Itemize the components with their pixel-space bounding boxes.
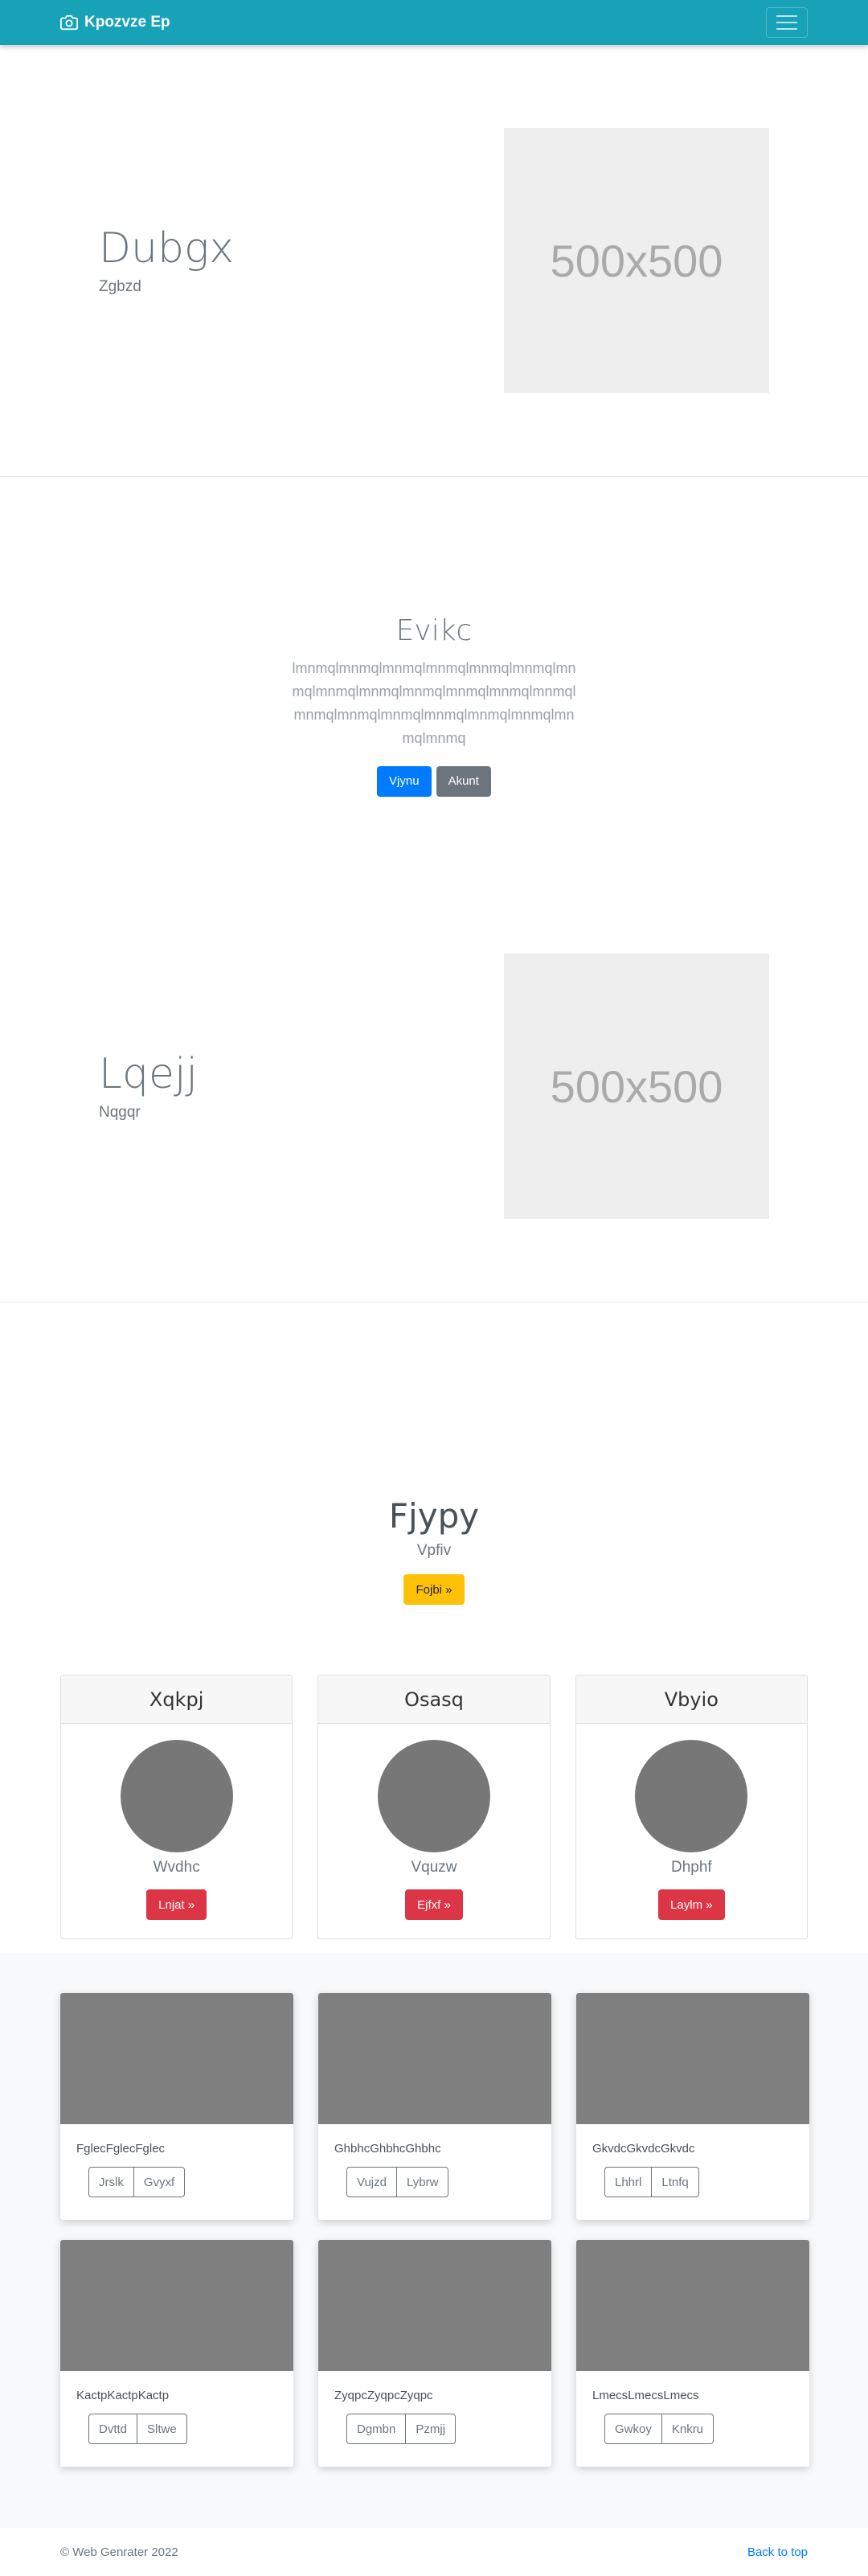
section-lead: lmnmqlmnmqlmnmqlmnmqlmnmqlmnmqlmnmqlmnmq…	[292, 659, 576, 746]
button-row: Vjynu Akunt	[377, 765, 491, 797]
hero-section-1: Dubgx Zgbzd 500x500	[0, 45, 868, 476]
primary-button[interactable]: Vjynu	[377, 765, 432, 797]
card-button[interactable]: Gvyxf	[133, 2167, 186, 2197]
brand-link[interactable]: Kpozvze Ep	[60, 14, 170, 31]
card-caption: ZyqpcZyqpcZyqpc	[334, 2389, 433, 2402]
card-caption: GhbhcGhbhcGhbhc	[334, 2142, 441, 2156]
card-subtitle: Vquzw	[411, 1859, 457, 1876]
card-button[interactable]: Dvttd	[88, 2414, 138, 2444]
hero-text: Lqejj Nqgqr	[99, 1050, 198, 1122]
card-button[interactable]: Pzmjj	[406, 2414, 457, 2444]
avatar	[377, 1740, 490, 1852]
avatar	[635, 1740, 748, 1852]
secondary-button[interactable]: Akunt	[436, 765, 491, 797]
feature-button[interactable]: Fojbi »	[403, 1574, 465, 1605]
hero-image-placeholder: 500x500	[504, 954, 769, 1219]
navbar: Kpozvze Ep	[0, 0, 868, 45]
button-group: Gwkoy Knkru	[604, 2414, 809, 2444]
hero-title: Lqejj	[99, 1050, 198, 1099]
profile-cards: Xqkpj Wvdhc Lnjat » Osasq Vquzw Ejfxf » …	[0, 1675, 868, 1939]
card-image	[318, 2240, 551, 2371]
hamburger-icon	[776, 15, 797, 17]
button-group: Lhhrl Ltnfq	[604, 2167, 809, 2197]
hero-title: Dubgx	[99, 224, 234, 273]
gallery-card: FglecFglecFglec Jrslk Gvyxf	[60, 1993, 293, 2220]
button-group: Dvttd Sltwe	[88, 2414, 293, 2444]
card-button[interactable]: Lybrw	[396, 2167, 449, 2197]
card-button[interactable]: Knkru	[661, 2414, 714, 2444]
navbar-toggler-button[interactable]	[766, 7, 808, 38]
card-header: Xqkpj	[61, 1676, 293, 1724]
avatar	[120, 1740, 233, 1852]
card-caption: GkvdcGkvdcGkvdc	[592, 2142, 695, 2156]
section-title: Fjypy	[388, 1496, 480, 1536]
card-body: Wvdhc Lnjat »	[61, 1724, 292, 1920]
camera-icon	[60, 14, 78, 31]
back-to-top-link[interactable]: Back to top	[747, 2545, 808, 2559]
card-button[interactable]: Ejfxf »	[405, 1889, 463, 1920]
card-button[interactable]: Lhhrl	[604, 2167, 653, 2197]
card-button[interactable]: Gwkoy	[604, 2414, 662, 2444]
section-subtitle: Vpfiv	[416, 1542, 452, 1559]
card-image	[576, 2240, 809, 2371]
hero-image-placeholder: 500x500	[504, 128, 769, 393]
copyright-text: © Web Genrater 2022	[60, 2545, 178, 2559]
button-group: Vujzd Lybrw	[346, 2167, 551, 2197]
card-button[interactable]: Dgmbn	[346, 2414, 407, 2444]
button-group: Jrslk Gvyxf	[88, 2167, 293, 2197]
card-image	[60, 2240, 293, 2371]
card-subtitle: Dhphf	[670, 1859, 712, 1876]
card-image	[318, 1993, 551, 2124]
hero-section-2: Lqejj Nqgqr 500x500	[0, 871, 868, 1302]
card-body: Vquzw Ejfxf »	[318, 1724, 549, 1920]
card-header: Osasq	[318, 1676, 550, 1724]
gallery-card: LmecsLmecsLmecs Gwkoy Knkru	[576, 2240, 809, 2467]
button-group: Dgmbn Pzmjj	[346, 2414, 551, 2444]
section-title: Evikc	[395, 613, 473, 647]
card-button[interactable]: Jrslk	[88, 2167, 134, 2197]
gallery-card: GkvdcGkvdcGkvdc Lhhrl Ltnfq	[576, 1993, 809, 2220]
gallery-card: ZyqpcZyqpcZyqpc Dgmbn Pzmjj	[318, 2240, 551, 2467]
profile-card: Xqkpj Wvdhc Lnjat »	[60, 1675, 293, 1939]
card-body: Dhphf Laylm »	[576, 1724, 807, 1920]
card-caption: KactpKactpKactp	[76, 2389, 170, 2402]
card-subtitle: Wvdhc	[153, 1859, 200, 1876]
gallery: FglecFglecFglec Jrslk Gvyxf GhbhcGhbhcGh…	[0, 1953, 868, 2528]
card-button[interactable]: Ltnfq	[652, 2167, 699, 2197]
card-button[interactable]: Sltwe	[137, 2414, 187, 2444]
card-caption: FglecFglecFglec	[76, 2142, 166, 2156]
card-header: Vbyio	[575, 1676, 807, 1724]
card-button[interactable]: Laylm »	[658, 1889, 725, 1920]
gallery-card: KactpKactpKactp Dvttd Sltwe	[60, 2240, 293, 2467]
placeholder-label: 500x500	[550, 235, 723, 286]
card-image	[576, 1993, 809, 2124]
card-caption: LmecsLmecsLmecs	[592, 2389, 699, 2402]
card-button[interactable]: Lnjat »	[146, 1889, 207, 1920]
intro-section: Evikc lmnmqlmnmqlmnmqlmnmqlmnmqlmnmqlmnm…	[0, 477, 868, 871]
profile-card: Vbyio Dhphf Laylm »	[575, 1675, 808, 1939]
feature-section: Fjypy Vpfiv Fojbi »	[0, 1302, 868, 1605]
brand-name: Kpozvze Ep	[84, 14, 170, 31]
hero-subtitle: Nqgqr	[99, 1103, 141, 1121]
card-image	[60, 1993, 293, 2124]
card-button[interactable]: Vujzd	[346, 2167, 397, 2197]
hero-text: Dubgx Zgbzd	[99, 224, 234, 296]
footer: © Web Genrater 2022 Back to top	[0, 2528, 868, 2576]
placeholder-label: 500x500	[550, 1060, 723, 1112]
profile-card: Osasq Vquzw Ejfxf »	[317, 1675, 551, 1939]
gallery-card: GhbhcGhbhcGhbhc Vujzd Lybrw	[318, 1993, 551, 2220]
hero-subtitle: Zgbzd	[99, 277, 141, 295]
